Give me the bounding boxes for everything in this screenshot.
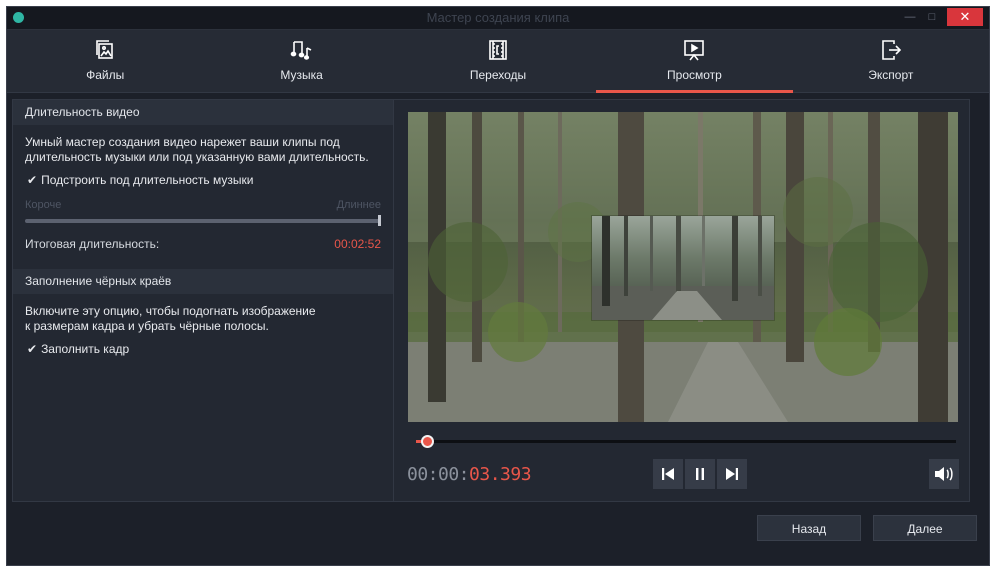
fill-description: Включите эту опцию, чтобы подогнать изоб…: [25, 304, 316, 333]
tab-transitions-label: Переходы: [469, 68, 527, 82]
tab-export[interactable]: Экспорт: [793, 30, 989, 92]
pause-icon: [696, 468, 704, 480]
timecode-elapsed-value: 03.393: [469, 464, 532, 485]
close-icon[interactable]: ✕: [947, 8, 983, 26]
next-button[interactable]: Далее: [873, 515, 977, 541]
preview-play-icon: [684, 40, 705, 61]
title-bar: Мастер создания клипа — □ ✕: [7, 7, 989, 30]
window-title: Мастер создания клипа: [426, 10, 570, 25]
total-duration-value: 00:02:52: [334, 237, 381, 251]
duration-slider[interactable]: [25, 215, 381, 226]
preview-panel: 00:00:03.393: [394, 100, 969, 501]
tab-export-label: Экспорт: [868, 68, 914, 82]
tab-music[interactable]: Музыка: [203, 30, 399, 92]
slider-min-label: Короче: [25, 199, 62, 211]
volume-button[interactable]: [929, 459, 959, 489]
skip-forward-icon: [726, 468, 738, 480]
speaker-icon: [935, 467, 953, 481]
slider-max-label: Длиннее: [336, 199, 381, 211]
maximize-icon[interactable]: □: [921, 8, 943, 26]
inner-forest-scene: [592, 216, 774, 320]
music-note-icon: [290, 41, 311, 60]
transition-icon: [489, 40, 507, 60]
settings-panel: Длительность видео Умный мастер создания…: [13, 100, 394, 501]
skip-back-button[interactable]: [653, 459, 683, 489]
back-button[interactable]: Назад: [757, 515, 861, 541]
duration-slider-thumb[interactable]: [378, 215, 381, 226]
fill-frame-checkbox[interactable]: ✔ Заполнить кадр: [13, 334, 393, 356]
timecode-display: 00:00:03.393: [407, 464, 532, 485]
fill-section-header: Заполнение чёрных краёв: [13, 269, 393, 294]
duration-slider-labels: Короче Длиннее: [13, 187, 393, 211]
skip-back-icon: [662, 468, 674, 480]
duration-section-header: Длительность видео: [13, 100, 393, 125]
checkmark-icon: ✔: [27, 342, 38, 356]
fit-music-checkbox-label: Подстроить под длительность музыки: [41, 173, 254, 187]
transition-overlay-clip: [592, 216, 774, 320]
tab-preview-label: Просмотр: [667, 68, 722, 82]
total-duration-label: Итоговая длительность:: [25, 237, 160, 251]
transport-controls: [653, 459, 747, 489]
tab-files[interactable]: Файлы: [7, 30, 203, 92]
tab-music-label: Музыка: [280, 68, 323, 82]
wizard-content: Длительность видео Умный мастер создания…: [12, 99, 970, 502]
fill-frame-checkbox-label: Заполнить кадр: [41, 342, 130, 356]
timeline-playhead[interactable]: [420, 435, 434, 448]
tab-preview[interactable]: Просмотр: [596, 30, 794, 93]
fit-music-checkbox[interactable]: ✔ Подстроить под длительность музыки: [13, 165, 393, 187]
video-preview[interactable]: [408, 112, 958, 422]
skip-forward-button[interactable]: [717, 459, 747, 489]
pause-button[interactable]: [685, 459, 715, 489]
photo-file-icon: [96, 40, 114, 59]
minimize-icon[interactable]: —: [899, 8, 921, 26]
playback-timeline[interactable]: [416, 435, 956, 448]
checkmark-icon: ✔: [27, 173, 38, 187]
window-controls: — □ ✕: [899, 7, 983, 27]
tab-transitions[interactable]: Переходы: [400, 30, 596, 92]
total-duration-row: Итоговая длительность: 00:02:52: [13, 223, 393, 251]
duration-description: Умный мастер создания видео нарежет ваши…: [25, 135, 369, 164]
export-icon: [882, 40, 901, 60]
wizard-tabs: Файлы Музыка Переходы Просмотр Экспорт: [7, 30, 989, 93]
timecode-elapsed-prefix: 00:00:: [407, 464, 470, 485]
tab-files-label: Файлы: [86, 68, 125, 82]
